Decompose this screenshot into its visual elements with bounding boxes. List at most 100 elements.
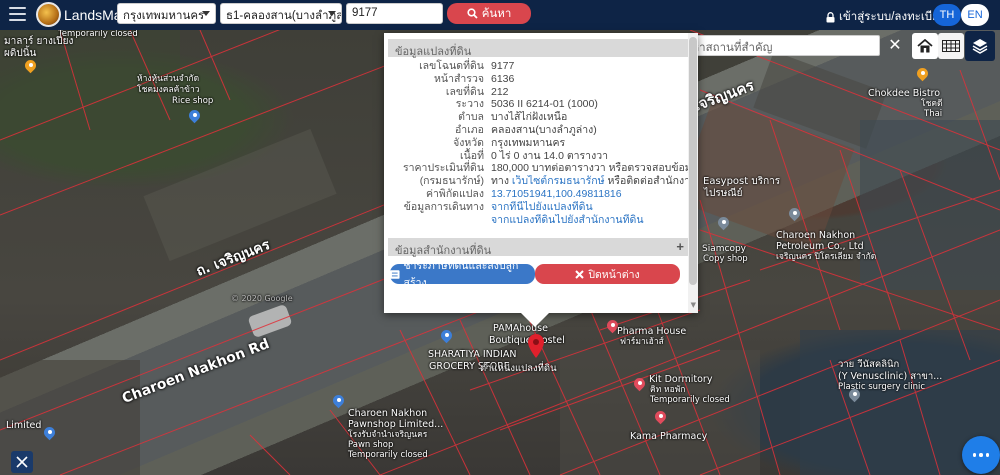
parcel-number-input[interactable]: 9177 — [346, 3, 443, 24]
map-label-siamcopy-type: Copy shop — [703, 254, 748, 264]
map-label-parcel-position: ตำแหน่งแปลงที่ดิน — [480, 363, 557, 374]
restaurant-pin-icon[interactable] — [917, 68, 928, 82]
directions-to-office-link[interactable]: จากแปลงที่ดินไปยังสำนักงานที่ดิน — [491, 214, 644, 226]
district-select[interactable]: ธ1-คลองสาน(บางลำภูล่าง) — [220, 3, 342, 24]
info-row: เลขที่ดิน 212 — [388, 86, 688, 99]
info-value: กรุงเทพมหานคร — [491, 136, 566, 149]
map-label-petroleum3: เจริญนคร ปิโตรเลียม จำกัด — [776, 252, 877, 262]
appraisal-prefix: ทาง — [491, 175, 512, 188]
coordinates-link[interactable]: 13.71051941,100.49811816 — [491, 188, 622, 200]
district-select-value: ธ1-คลองสาน(บางลำภูล่าง) — [226, 10, 342, 22]
popup-scrollbar[interactable]: ▼ — [688, 33, 698, 313]
info-row: เลขโฉนดที่ดิน 9177 — [388, 60, 688, 73]
map-label-rice-shop-th2: โชคมงคลค้าข้าว — [137, 85, 200, 95]
info-key: ข้อมูลการเดินทาง — [403, 200, 484, 213]
dot-icon — [985, 453, 990, 457]
land-office-section-header[interactable]: ข้อมูลสำนักงานที่ดิน + — [388, 238, 688, 257]
more-options-button[interactable] — [962, 436, 1000, 474]
pawnshop-pin-icon[interactable] — [333, 395, 344, 409]
close-popup-label: ปิดหน้าต่าง — [588, 268, 640, 281]
info-key: หน้าสำรวจ — [434, 72, 484, 85]
shop-pin-icon[interactable] — [189, 110, 200, 124]
info-value: บางไส้ไก่ฝั่งเหนือ — [491, 111, 568, 124]
info-row: จังหวัด กรุงเทพมหานคร — [388, 137, 688, 150]
info-value: 0 ไร่ 0 งาน 14.0 ตารางวา — [491, 149, 608, 162]
home-button[interactable] — [912, 33, 938, 59]
business-pin-icon[interactable] — [789, 208, 800, 222]
parcel-info-section-header[interactable]: ข้อมูลแปลงที่ดิน — [388, 39, 688, 58]
chevron-down-icon — [202, 11, 210, 16]
top-navbar: LandsMaps กรุงเทพมหานคร ธ1-คลองสาน(บางลำ… — [0, 0, 1000, 30]
appraisal-suffix: หรือติดต่อสำนักงานที่ดิน — [607, 175, 688, 188]
info-row-appraisal: (กรมธนารักษ์) ทาง เว็บไซต์กรมธนารักษ์ หร… — [388, 175, 688, 188]
clinic-pin-icon[interactable] — [849, 389, 860, 403]
info-row: ราคาประเมินที่ดิน 180,000 บาทต่อตารางวา ห… — [388, 162, 688, 175]
info-value: 212 — [491, 85, 509, 98]
lang-th-button[interactable]: TH — [933, 4, 961, 26]
layers-button[interactable] — [965, 31, 995, 61]
hotel-pin-icon[interactable] — [634, 378, 645, 392]
search-button[interactable]: ค้นหา — [447, 3, 531, 24]
pharmacy-pin-icon[interactable] — [655, 411, 666, 425]
popup-scrollbar-thumb[interactable] — [689, 37, 697, 285]
map-label-limited: Limited — [6, 420, 42, 431]
restaurant-pin-icon[interactable] — [25, 60, 36, 74]
close-popup-button[interactable]: ปิดหน้าต่าง — [535, 264, 680, 284]
parcel-info-table: เลขโฉนดที่ดิน 9177 หน้าสำรวจ 6136 เลขที่ดิ… — [388, 60, 688, 226]
info-value: ทาง เว็บไซต์กรมธนารักษ์ หรือติดต่อสำนักง… — [489, 175, 688, 188]
map-label-kama-pharmacy: Kama Pharmacy — [630, 431, 708, 442]
info-key-empty — [388, 214, 489, 227]
land-office-section-title: ข้อมูลสำนักงานที่ดิน — [395, 245, 492, 257]
info-value: 6136 — [491, 72, 515, 85]
info-key: ตำบล — [458, 111, 484, 124]
info-key: อำเภอ — [454, 123, 484, 136]
map-label-chokdee-thai: Thai — [924, 109, 943, 119]
info-key: เลขที่ดิน — [445, 85, 484, 98]
map-google-attribution: © 2020 Google — [231, 294, 293, 303]
treasury-website-link[interactable]: เว็บไซต์กรมธนารักษ์ — [512, 175, 605, 187]
parcel-location-marker-icon[interactable] — [528, 334, 544, 358]
shop-pin-icon[interactable] — [44, 427, 55, 441]
list-icon — [390, 269, 400, 279]
tools-icon — [16, 456, 28, 468]
info-key: (กรมธนารักษ์) — [419, 175, 484, 188]
place-search-input[interactable]: ค้นหาสถานที่สำคัญ — [670, 35, 880, 56]
dot-icon — [979, 453, 983, 457]
province-select[interactable]: กรุงเทพมหานคร — [117, 3, 216, 24]
info-row-coordinates: ค่าพิกัดแปลง 13.71051941,100.49811816 — [388, 188, 688, 201]
login-link[interactable]: เข้าสู่ระบบ/ลงทะเบียน — [826, 8, 947, 26]
map-label-shop-tl1: มาลาร์ ยางเปียง — [4, 36, 74, 47]
tools-button[interactable] — [11, 451, 33, 473]
menu-icon[interactable] — [9, 7, 26, 21]
info-row: ระวาง 5036 II 6214-01 (1000) — [388, 98, 688, 111]
lang-en-button[interactable]: EN — [961, 4, 989, 26]
grid-icon — [942, 40, 960, 52]
info-key: จังหวัด — [453, 136, 484, 149]
info-row-travel: ข้อมูลการเดินทาง จากที่นี่ไปยังแปลงที่ดิ… — [388, 201, 688, 214]
close-icon — [575, 269, 585, 279]
shop-pin-icon[interactable] — [718, 217, 729, 231]
info-value: 5036 II 6214-01 (1000) — [491, 98, 598, 111]
map-label-pharma-house-th: ฟาร์มาเฮ้าส์ — [620, 337, 664, 347]
chevron-down-icon — [328, 11, 336, 16]
pay-land-tax-button[interactable]: ชำระภาษีที่ดินและสิ่งปลูกสร้าง — [390, 260, 535, 289]
login-label: เข้าสู่ระบบ/ลงทะเบียน — [839, 11, 947, 23]
expand-plus-icon[interactable]: + — [676, 239, 684, 254]
info-key: ระวาง — [455, 98, 484, 111]
grid-button[interactable] — [938, 33, 964, 59]
map-label-siamcopy: Siamcopy — [702, 244, 746, 254]
scroll-down-arrow-icon[interactable]: ▼ — [691, 301, 696, 309]
info-row-travel2: จากแปลงที่ดินไปยังสำนักงานที่ดิน — [388, 214, 688, 227]
info-value: 9177 — [491, 60, 515, 72]
search-icon — [467, 8, 478, 19]
info-value: 13.71051941,100.49811816 — [489, 188, 688, 201]
info-value: จากที่นี่ไปยังแปลงที่ดิน — [489, 201, 688, 214]
directions-to-parcel-link[interactable]: จากที่นี่ไปยังแปลงที่ดิน — [491, 201, 593, 213]
landsmaps-logo — [36, 2, 61, 27]
shop-pin-icon[interactable] — [441, 330, 452, 344]
info-value: จากแปลงที่ดินไปยังสำนักงานที่ดิน — [489, 214, 688, 227]
layers-icon — [972, 39, 988, 54]
info-row: เนื้อที่ 0 ไร่ 0 งาน 14.0 ตารางวา — [388, 150, 688, 163]
close-icon[interactable]: ✕ — [884, 34, 906, 56]
info-key: เนื้อที่ — [460, 149, 484, 162]
